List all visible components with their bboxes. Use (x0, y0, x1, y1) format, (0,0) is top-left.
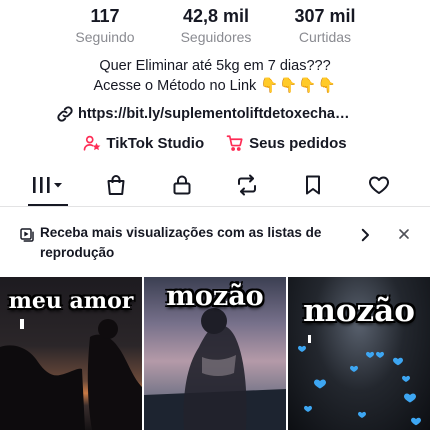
likes-stat[interactable]: 307 mil Curtidas (275, 4, 375, 46)
lock-icon (173, 175, 191, 195)
likes-count: 307 mil (294, 6, 356, 26)
orders-label: Seus pedidos (249, 134, 347, 152)
shopping-bag-icon (107, 175, 125, 195)
followers-label: Seguidores (180, 29, 252, 45)
bio-link-text: https://bit.ly/suplementoliftdetoxecha… (78, 106, 350, 122)
repost-icon (238, 174, 256, 196)
pointing-down-emoji: 👇👇👇👇 (260, 78, 337, 94)
tiktok-studio-button[interactable]: TikTok Studio (83, 132, 204, 154)
link-icon (57, 106, 73, 122)
heart-icon (369, 176, 389, 194)
tiktok-studio-label: TikTok Studio (106, 134, 205, 152)
profile-tabs (0, 165, 430, 207)
profile-bio: Quer Eliminar até 5kg em 7 dias??? Acess… (0, 56, 430, 96)
likes-label: Curtidas (298, 29, 352, 45)
video-thumbnail[interactable]: mozão (144, 277, 286, 430)
orders-button[interactable]: Seus pedidos (226, 132, 347, 154)
followers-stat[interactable]: 42,8 mil Seguidores (166, 4, 266, 46)
bookmark-icon (306, 175, 320, 195)
tab-private[interactable] (162, 165, 202, 205)
following-count: 117 (90, 6, 120, 26)
tab-liked[interactable] (359, 165, 399, 205)
playlist-icon (20, 228, 34, 242)
tab-shop[interactable] (96, 165, 136, 205)
video-grid: meu amor mozão mozão (0, 277, 430, 430)
chevron-right-icon[interactable] (356, 226, 374, 244)
video-thumbnail[interactable]: mozão (288, 277, 430, 430)
following-stat[interactable]: 117 Seguindo (55, 4, 155, 46)
bio-line-1: Quer Eliminar até 5kg em 7 dias??? (99, 58, 331, 74)
video-caption: meu amor (8, 288, 134, 314)
tab-videos[interactable] (28, 165, 68, 206)
bio-line-2: Acesse o Método no Link (93, 78, 257, 94)
video-caption: mozão (166, 281, 264, 312)
video-caption: mozão (303, 293, 415, 329)
playlist-banner-text: Receba mais visualizações com as listas … (40, 225, 322, 260)
bio-line-2-wrap: Acesse o Método no Link 👇👇👇👇 (0, 76, 430, 96)
video-thumbnail[interactable]: meu amor (0, 277, 142, 430)
profile-tools: TikTok Studio Seus pedidos (0, 132, 430, 154)
person-star-icon (84, 135, 101, 151)
playlist-banner[interactable]: Receba mais visualizações com as listas … (0, 218, 430, 276)
cart-icon (226, 135, 243, 151)
tab-reposts[interactable] (227, 165, 267, 205)
following-label: Seguindo (75, 29, 135, 45)
grid-bars-icon (33, 177, 62, 193)
tab-favorites[interactable] (293, 165, 333, 205)
followers-count: 42,8 mil (182, 6, 250, 26)
close-icon[interactable] (396, 226, 412, 242)
profile-stats: 117 Seguindo 42,8 mil Seguidores 307 mil… (0, 4, 430, 48)
bio-link[interactable]: https://bit.ly/suplementoliftdetoxecha… (56, 103, 350, 125)
